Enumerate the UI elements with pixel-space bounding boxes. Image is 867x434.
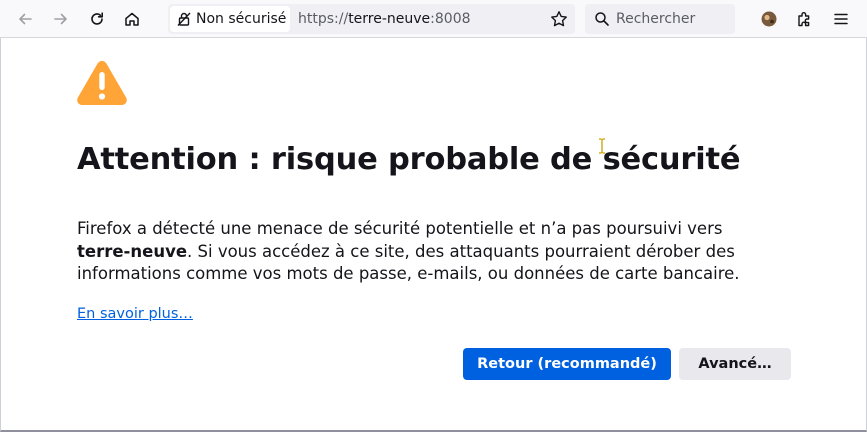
search-bar[interactable]: Rechercher: [585, 4, 735, 34]
learn-more-link[interactable]: En savoir plus…: [77, 306, 193, 322]
description-text-1: Firefox a détecté une menace de sécurité…: [77, 219, 723, 238]
url-host: terre-neuve: [348, 11, 431, 27]
profile-avatar-icon: [761, 11, 777, 27]
text-cursor-icon: [599, 138, 605, 154]
arrow-right-icon: [54, 13, 67, 25]
warning-triangle-icon: [77, 61, 127, 105]
back-button[interactable]: [11, 5, 39, 33]
forward-button[interactable]: [47, 5, 75, 33]
advanced-button[interactable]: Avancé…: [679, 348, 791, 380]
arrow-left-icon: [19, 13, 32, 25]
home-icon: [125, 12, 139, 26]
search-icon: [594, 11, 610, 27]
error-description: Firefox a détecté une menace de sécurité…: [77, 218, 777, 286]
bookmark-star-button[interactable]: [549, 9, 569, 29]
site-security-indicator[interactable]: Non sécurisé: [170, 6, 290, 32]
go-back-button[interactable]: Retour (recommandé): [463, 348, 671, 380]
search-placeholder: Rechercher: [616, 11, 696, 27]
site-security-label: Non sécurisé: [196, 11, 287, 27]
description-host: terre-neuve: [77, 241, 188, 261]
lock-slash-icon: [176, 11, 192, 27]
home-button[interactable]: [118, 5, 146, 33]
profile-button[interactable]: [755, 5, 783, 33]
puzzle-icon: [798, 12, 810, 27]
browser-toolbar: Non sécurisé https://terre-neuve:8008 Re…: [0, 0, 867, 38]
error-page: Attention : risque probable de sécurité …: [0, 38, 867, 432]
address-bar[interactable]: Non sécurisé https://terre-neuve:8008: [168, 4, 575, 34]
reload-button[interactable]: [83, 5, 111, 33]
page-title: Attention : risque probable de sécurité: [77, 142, 741, 177]
url-text[interactable]: https://terre-neuve:8008: [298, 11, 471, 27]
star-icon: [551, 11, 567, 27]
url-scheme: https://: [298, 11, 349, 27]
hamburger-menu-icon: [834, 13, 848, 25]
app-menu-button[interactable]: [827, 5, 855, 33]
reload-icon: [91, 12, 103, 25]
url-port: :8008: [430, 11, 471, 27]
extensions-button[interactable]: [791, 5, 819, 33]
